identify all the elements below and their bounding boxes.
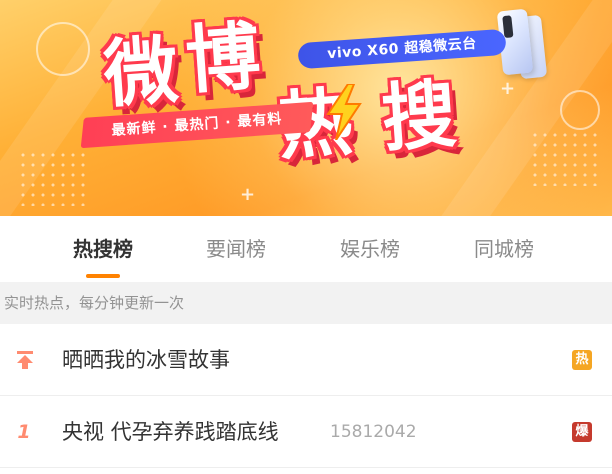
boom-badge: 爆 [572,422,592,442]
item-count: 15812042 [330,422,417,442]
tab-entertainment[interactable]: 娱乐榜 [310,216,430,282]
decor-ring [560,90,600,130]
decor-ring [36,22,90,76]
list-item[interactable]: 晒晒我的冰雪故事 热 [0,324,612,396]
tab-local[interactable]: 同城榜 [444,216,564,282]
banner-title-char: 搜 [379,71,459,163]
banner-title-char: 微 [101,27,181,119]
hot-badge: 热 [572,350,592,370]
banner-title-char: 博 [183,13,263,105]
decor-plus: + [240,184,256,205]
pin-top-icon [17,351,33,369]
decor-plus: + [500,78,516,99]
decor-dots [530,130,600,186]
tab-news[interactable]: 要闻榜 [176,216,296,282]
rank-number: 1 [17,421,31,443]
rank-marker [12,324,36,396]
tab-hot-search[interactable]: 热搜榜 [43,216,163,282]
ranking-tabs: 热搜榜 要闻榜 娱乐榜 同城榜 [0,216,612,282]
item-title: 晒晒我的冰雪故事 [62,348,230,372]
hot-search-banner[interactable]: + + 微 博 热 搜 vivo X60 超稳微云台 最新鲜 · 最热门 · 最… [0,0,612,216]
active-tab-indicator [86,274,120,278]
decor-dots [18,150,88,206]
list-item[interactable]: 1 央视 代孕弃养践踏底线 15812042 爆 [0,396,612,468]
lightning-icon [326,84,362,140]
item-title: 央视 代孕弃养践踏底线 [62,420,279,444]
update-notice: 实时热点，每分钟更新一次 [0,282,612,324]
